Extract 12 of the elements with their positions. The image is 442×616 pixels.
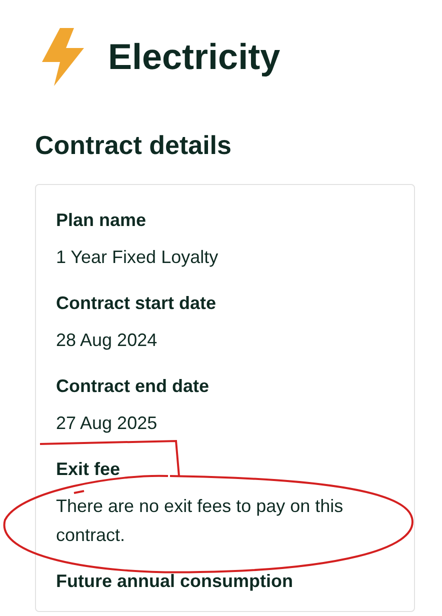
field-label: Exit fee bbox=[56, 458, 122, 480]
lightning-bolt-icon bbox=[40, 28, 86, 86]
field-label: Contract start date bbox=[56, 292, 218, 314]
field-value: 27 Aug 2025 bbox=[56, 412, 158, 435]
field-value: 28 Aug 2024 bbox=[56, 329, 158, 352]
field-label: Plan name bbox=[56, 209, 148, 231]
field-label: Contract end date bbox=[56, 375, 210, 397]
page-title: Electricity bbox=[108, 39, 280, 75]
section-heading: Contract details bbox=[35, 132, 232, 158]
field-value: 1 Year Fixed Loyalty bbox=[56, 246, 220, 269]
field-label: Future annual consumption bbox=[56, 570, 294, 592]
field-value: There are no exit fees to pay on this contract. bbox=[56, 495, 344, 547]
